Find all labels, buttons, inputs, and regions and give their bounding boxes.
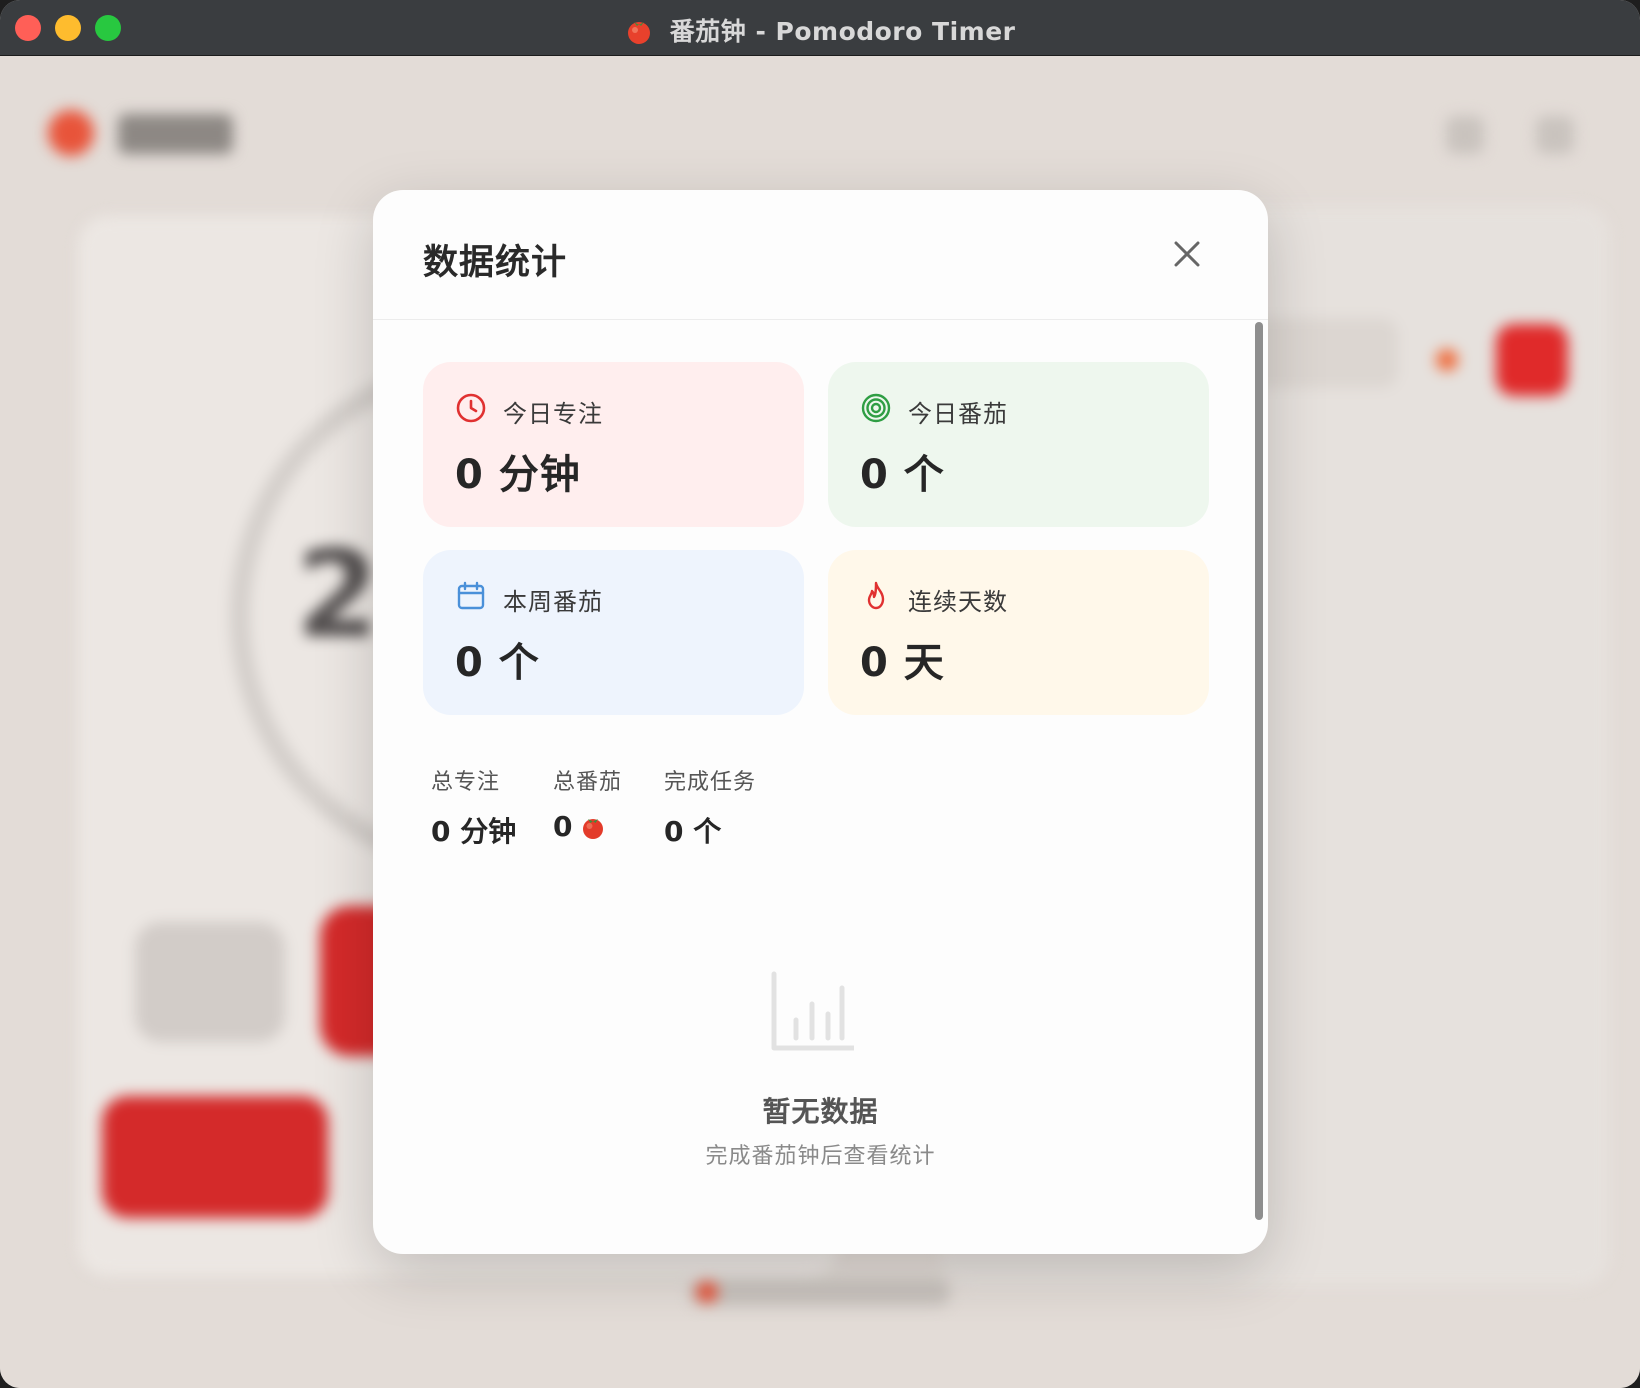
stat-value: 0 分钟 — [455, 452, 581, 498]
app-window: 番茄钟 - Pomodoro Timer 2 数据统计 今日专注 0 分钟 今日… — [0, 0, 1640, 1388]
footer-dot — [696, 1281, 718, 1303]
stats-icon-button — [1446, 116, 1484, 154]
calendar-icon — [457, 581, 485, 610]
modal-header: 数据统计 — [373, 190, 1268, 320]
close-button[interactable] — [1163, 230, 1211, 278]
stat-label: 本周番茄 — [503, 588, 603, 616]
clock-icon — [456, 393, 486, 423]
stat-label: 今日专注 — [503, 400, 603, 428]
tomato-icon — [625, 17, 662, 46]
timer-digits: 2 — [296, 526, 380, 665]
summary-total-tomato: 总番茄 0 — [553, 764, 622, 843]
settings-icon-button — [1536, 116, 1574, 154]
target-icon — [861, 393, 891, 423]
mode-focus-button — [102, 1096, 328, 1218]
stat-label: 连续天数 — [908, 588, 1008, 616]
summary-label: 完成任务 — [664, 770, 757, 795]
stat-card-today-focus: 今日专注 0 分钟 — [423, 362, 804, 527]
summary-value: 0 个 — [664, 815, 722, 848]
stat-card-streak: 连续天数 0 天 — [828, 550, 1209, 715]
summary-value: 0 分钟 — [431, 815, 517, 848]
summary-label: 总专注 — [431, 770, 501, 795]
stats-modal: 数据统计 今日专注 0 分钟 今日番茄 0 个 本周番茄 0 个 连续天数 0 … — [373, 190, 1268, 1254]
modal-scrollbar[interactable] — [1255, 322, 1263, 1220]
window-title: 番茄钟 - Pomodoro Timer — [0, 12, 1640, 48]
app-logo — [48, 110, 94, 156]
stat-value: 0 天 — [860, 640, 945, 686]
summary-label: 总番茄 — [553, 770, 623, 795]
close-icon — [1174, 241, 1200, 267]
flame-icon — [867, 581, 885, 610]
empty-state-subtitle: 完成番茄钟后查看统计 — [705, 1144, 936, 1169]
tomato-count-dot — [1436, 349, 1458, 371]
add-task-button — [1496, 324, 1568, 396]
stat-value: 0 个 — [860, 452, 945, 498]
bar-chart-icon — [771, 971, 854, 1051]
stat-card-week-tomato: 本周番茄 0 个 — [423, 550, 804, 715]
summary-total-focus: 总专注 0 分钟 — [431, 764, 516, 850]
summary-value: 0 — [553, 810, 622, 843]
app-name-placeholder — [118, 114, 233, 154]
tomato-icon — [583, 818, 604, 839]
stat-value: 0 个 — [455, 640, 540, 686]
reset-button — [135, 922, 285, 1042]
empty-state-title: 暂无数据 — [762, 1095, 879, 1128]
stat-label: 今日番茄 — [908, 400, 1008, 428]
stat-card-today-tomato: 今日番茄 0 个 — [828, 362, 1209, 527]
title-bar: 番茄钟 - Pomodoro Timer — [0, 0, 1640, 56]
footer-status — [690, 1280, 950, 1306]
summary-tasks-done: 完成任务 0 个 — [664, 764, 756, 850]
modal-title: 数据统计 — [423, 243, 568, 283]
